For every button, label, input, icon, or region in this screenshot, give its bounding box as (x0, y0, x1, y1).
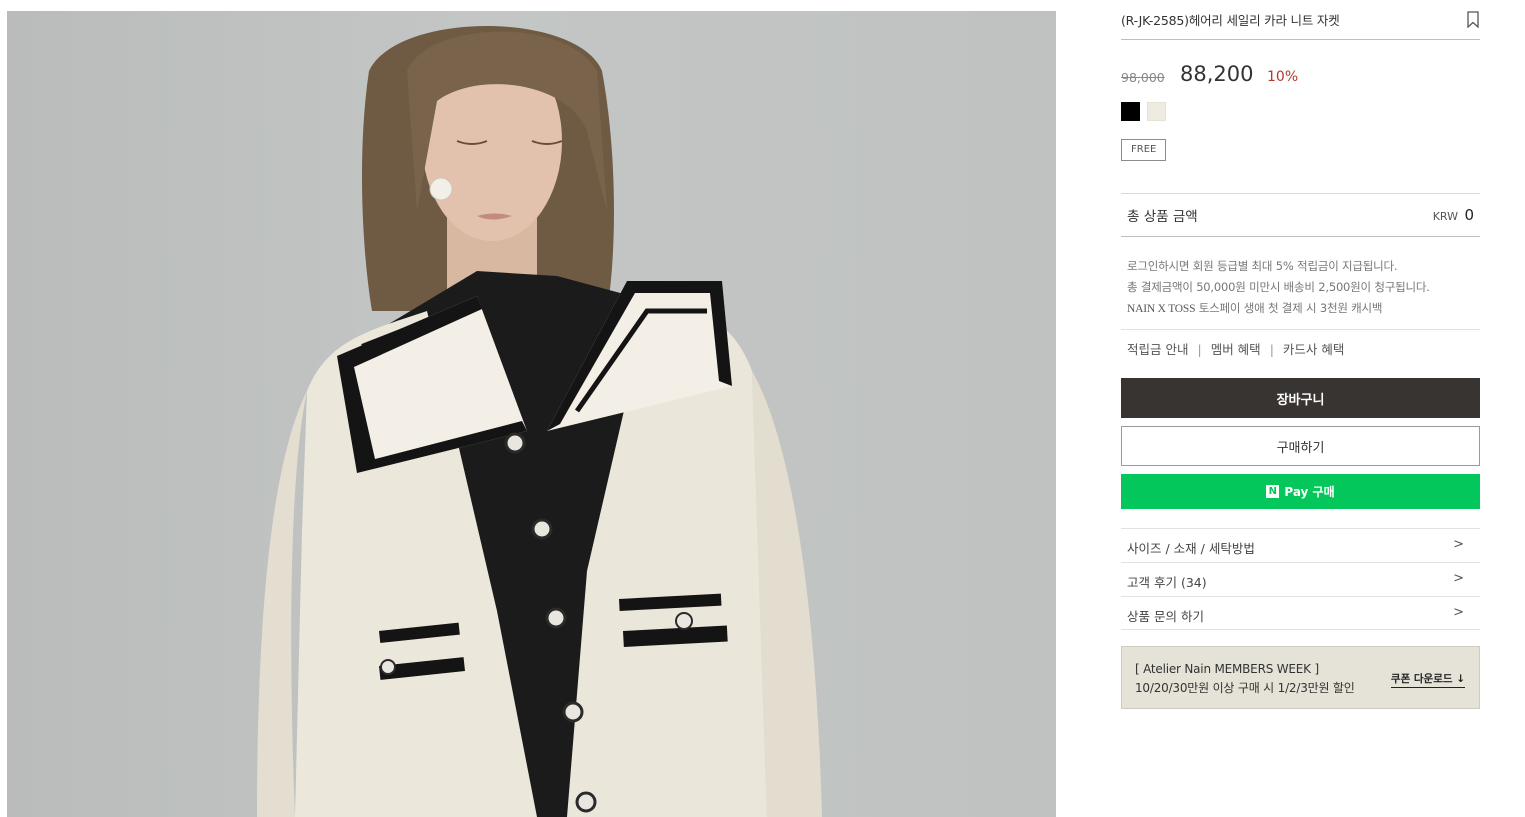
price-row: 98,000 88,200 10% (1121, 62, 1480, 90)
toss-brand: NAIN X TOSS (1127, 303, 1196, 315)
purchase-notes: 로그인하시면 회원 등급별 최대 5% 적립금이 지급됩니다. 총 결제금액이 … (1127, 257, 1480, 320)
note-shipping: 총 결제금액이 50,000원 미만시 배송비 2,500원이 청구됩니다. (1127, 280, 1430, 294)
sale-price: 88,200 (1180, 62, 1254, 86)
total-price-row: 총 상품 금액 KRW 0 (1121, 193, 1480, 237)
accordion-reviews[interactable]: 고객 후기 (34) > (1121, 562, 1480, 596)
accordion-size-material-care[interactable]: 사이즈 / 소재 / 세탁방법 > (1121, 528, 1480, 562)
banner-title: [ Atelier Nain MEMBERS WEEK ] (1135, 662, 1319, 676)
accordion-label: 사이즈 / 소재 / 세탁방법 (1127, 541, 1255, 556)
naver-pay-label: Pay 구매 (1284, 485, 1335, 499)
note-toss-cashback: NAIN X TOSS 토스페이 생애 첫 결제 시 3천원 캐시백 (1127, 299, 1480, 320)
add-to-cart-button[interactable]: 장바구니 (1121, 378, 1480, 418)
accordion-label: 상품 문의 하기 (1127, 609, 1204, 624)
chevron-right-icon: > (1453, 571, 1464, 586)
accordion-label: 고객 후기 (34) (1127, 575, 1207, 590)
bookmark-icon[interactable] (1466, 11, 1480, 28)
benefit-links: 적립금 안내 | 멤버 혜택 | 카드사 혜택 (1121, 329, 1480, 363)
chevron-right-icon: > (1453, 605, 1464, 620)
points-guide-link[interactable]: 적립금 안내 (1127, 342, 1188, 357)
discount-rate: 10% (1267, 69, 1299, 85)
toss-text: 토스페이 생애 첫 결제 시 3천원 캐시백 (1195, 301, 1383, 315)
total-value: 0 (1464, 206, 1474, 224)
naver-pay-button[interactable]: N Pay 구매 (1121, 474, 1480, 509)
card-benefit-link[interactable]: 카드사 혜택 (1283, 342, 1344, 357)
accordion-product-inquiry[interactable]: 상품 문의 하기 > (1121, 596, 1480, 630)
separator: | (1269, 342, 1274, 357)
chevron-right-icon: > (1453, 537, 1464, 552)
title-row: (R-JK-2585)헤어리 세일리 카라 니트 자켓 (1121, 0, 1480, 40)
size-option-free[interactable]: FREE (1121, 139, 1167, 161)
coupon-download-link[interactable]: 쿠폰 다운로드 ↓ (1390, 671, 1465, 688)
original-price: 98,000 (1121, 70, 1165, 85)
buy-now-button[interactable]: 구매하기 (1121, 426, 1480, 466)
naver-pay-icon: N (1266, 485, 1280, 498)
separator: | (1197, 342, 1202, 357)
members-week-banner: [ Atelier Nain MEMBERS WEEK ] 10/20/30만원… (1121, 646, 1480, 709)
color-swatch-ivory[interactable] (1147, 102, 1166, 121)
member-benefit-link[interactable]: 멤버 혜택 (1211, 342, 1261, 357)
total-label: 총 상품 금액 (1127, 209, 1198, 225)
product-title: (R-JK-2585)헤어리 세일리 카라 니트 자켓 (1121, 13, 1340, 28)
banner-description: 10/20/30만원 이상 구매 시 1/2/3만원 할인 (1135, 681, 1355, 695)
note-points: 로그인하시면 회원 등급별 최대 5% 적립금이 지급됩니다. (1127, 259, 1398, 273)
color-swatch-black[interactable] (1121, 102, 1140, 121)
total-currency: KRW (1432, 210, 1458, 223)
product-image (7, 11, 1056, 817)
